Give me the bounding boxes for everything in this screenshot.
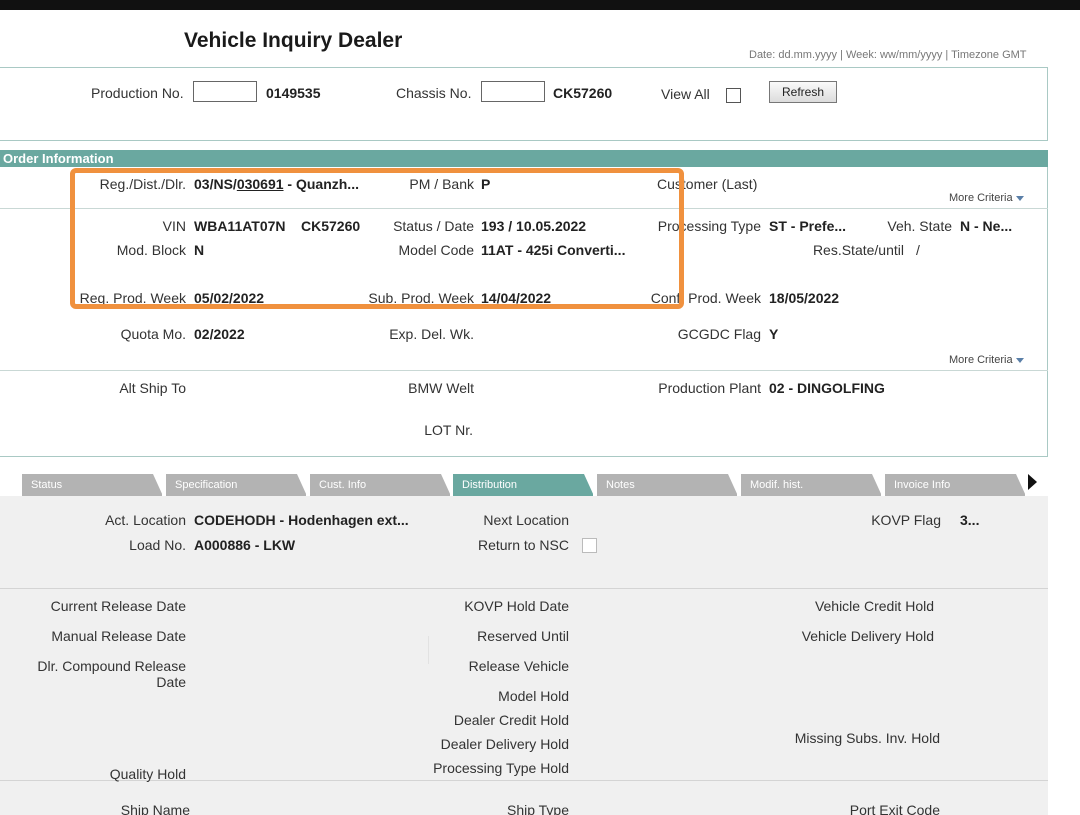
vehicle-delivery-hold-label: Vehicle Delivery Hold [801, 628, 934, 644]
production-no-value: 0149535 [266, 85, 321, 101]
act-location-value: CODEHODH - Hodenhagen ext... [194, 512, 409, 528]
missing-subs-inv-hold-label: Missing Subs. Inv. Hold [794, 730, 940, 746]
search-panel [0, 67, 1048, 141]
load-no-value: A000886 - LKW [194, 537, 296, 553]
conf-prod-week-value: 18/05/2022 [769, 290, 840, 306]
production-plant-value: 02 - DINGOLFING [769, 380, 885, 396]
tab-specification[interactable]: Specification [166, 474, 307, 496]
res-state-value: / [916, 242, 920, 258]
processing-type-value: ST - Prefe... [769, 218, 847, 234]
top-window-bar [0, 0, 1080, 10]
tab-distribution[interactable]: Distribution [453, 474, 594, 496]
kovp-hold-date-label: KOVP Hold Date [464, 598, 569, 614]
more-criteria-link-1[interactable]: More Criteria [949, 192, 1024, 204]
current-release-date-label: Current Release Date [50, 598, 186, 614]
veh-state-value: N - Ne... [960, 218, 1013, 234]
refresh-button[interactable]: Refresh [769, 81, 837, 103]
production-plant-label: Production Plant [658, 380, 761, 396]
dealer-delivery-hold-label: Dealer Delivery Hold [440, 736, 569, 752]
bmw-welt-label: BMW Welt [408, 380, 474, 396]
chassis-no-value: CK57260 [553, 85, 613, 101]
res-state-label: Res.State/until [812, 242, 904, 258]
ship-type-label: Ship Type [506, 802, 569, 815]
exp-del-wk-label: Exp. Del. Wk. [389, 326, 474, 342]
return-to-nsc-label: Return to NSC [477, 537, 569, 553]
production-no-label: Production No. [91, 85, 184, 101]
order-information-header: Order Information [0, 150, 1048, 167]
manual-release-date-label: Manual Release Date [51, 628, 186, 644]
return-to-nsc-checkbox[interactable] [582, 538, 597, 553]
tab-scroll-right-icon[interactable] [1028, 474, 1037, 490]
dlr-compound-release-date-label: Date [156, 674, 186, 690]
tab-cust-info[interactable]: Cust. Info [310, 474, 451, 496]
dist-divider-1 [0, 588, 1048, 589]
port-exit-code-label: Port Exit Code [849, 802, 940, 815]
order-divider-2 [0, 370, 1048, 371]
kovp-flag-value: 3... [960, 512, 980, 528]
chassis-no-label: Chassis No. [396, 85, 472, 101]
gcgdc-flag-label: GCGDC Flag [677, 326, 761, 342]
dlr-compound-release-label: Dlr. Compound Release [37, 658, 186, 674]
dealer-credit-hold-label: Dealer Credit Hold [453, 712, 569, 728]
alt-ship-to-label: Alt Ship To [119, 380, 186, 396]
quota-mo-label: Quota Mo. [120, 326, 186, 342]
next-location-label: Next Location [483, 512, 569, 528]
processing-type-hold-label: Processing Type Hold [433, 760, 569, 776]
load-no-label: Load No. [129, 537, 186, 553]
release-vehicle-label: Release Vehicle [468, 658, 569, 674]
tab-notes[interactable]: Notes [597, 474, 738, 496]
veh-state-label: Veh. State [887, 218, 952, 234]
orange-highlight-box [70, 168, 684, 309]
kovp-flag-label: KOVP Flag [871, 512, 941, 528]
reserved-until-label: Reserved Until [477, 628, 569, 644]
page-title: Vehicle Inquiry Dealer [184, 29, 403, 52]
tab-modif-hist[interactable]: Modif. hist. [741, 474, 882, 496]
quota-mo-value: 02/2022 [194, 326, 245, 342]
quality-hold-label: Quality Hold [109, 766, 186, 782]
vehicle-credit-hold-label: Vehicle Credit Hold [814, 598, 934, 614]
date-format-hint: Date: dd.mm.yyyy | Week: ww/mm/yyyy | Ti… [749, 49, 1027, 61]
tab-invoice-info[interactable]: Invoice Info [885, 474, 1026, 496]
caret-down-icon [1015, 357, 1024, 363]
production-no-input[interactable] [193, 81, 257, 102]
caret-down-icon [1015, 195, 1024, 201]
view-all-label: View All [661, 86, 710, 102]
more-criteria-link-2[interactable]: More Criteria [949, 354, 1024, 366]
chassis-no-input[interactable] [481, 81, 545, 102]
ship-name-label: Ship Name [120, 802, 190, 815]
tab-bar: Status Specification Cust. Info Distribu… [0, 474, 1048, 496]
model-hold-label: Model Hold [498, 688, 569, 704]
view-all-checkbox[interactable] [726, 88, 741, 103]
tab-status[interactable]: Status [22, 474, 163, 496]
lot-nr-label: LOT Nr. [424, 422, 473, 438]
act-location-label: Act. Location [105, 512, 186, 528]
gcgdc-flag-value: Y [769, 326, 779, 342]
